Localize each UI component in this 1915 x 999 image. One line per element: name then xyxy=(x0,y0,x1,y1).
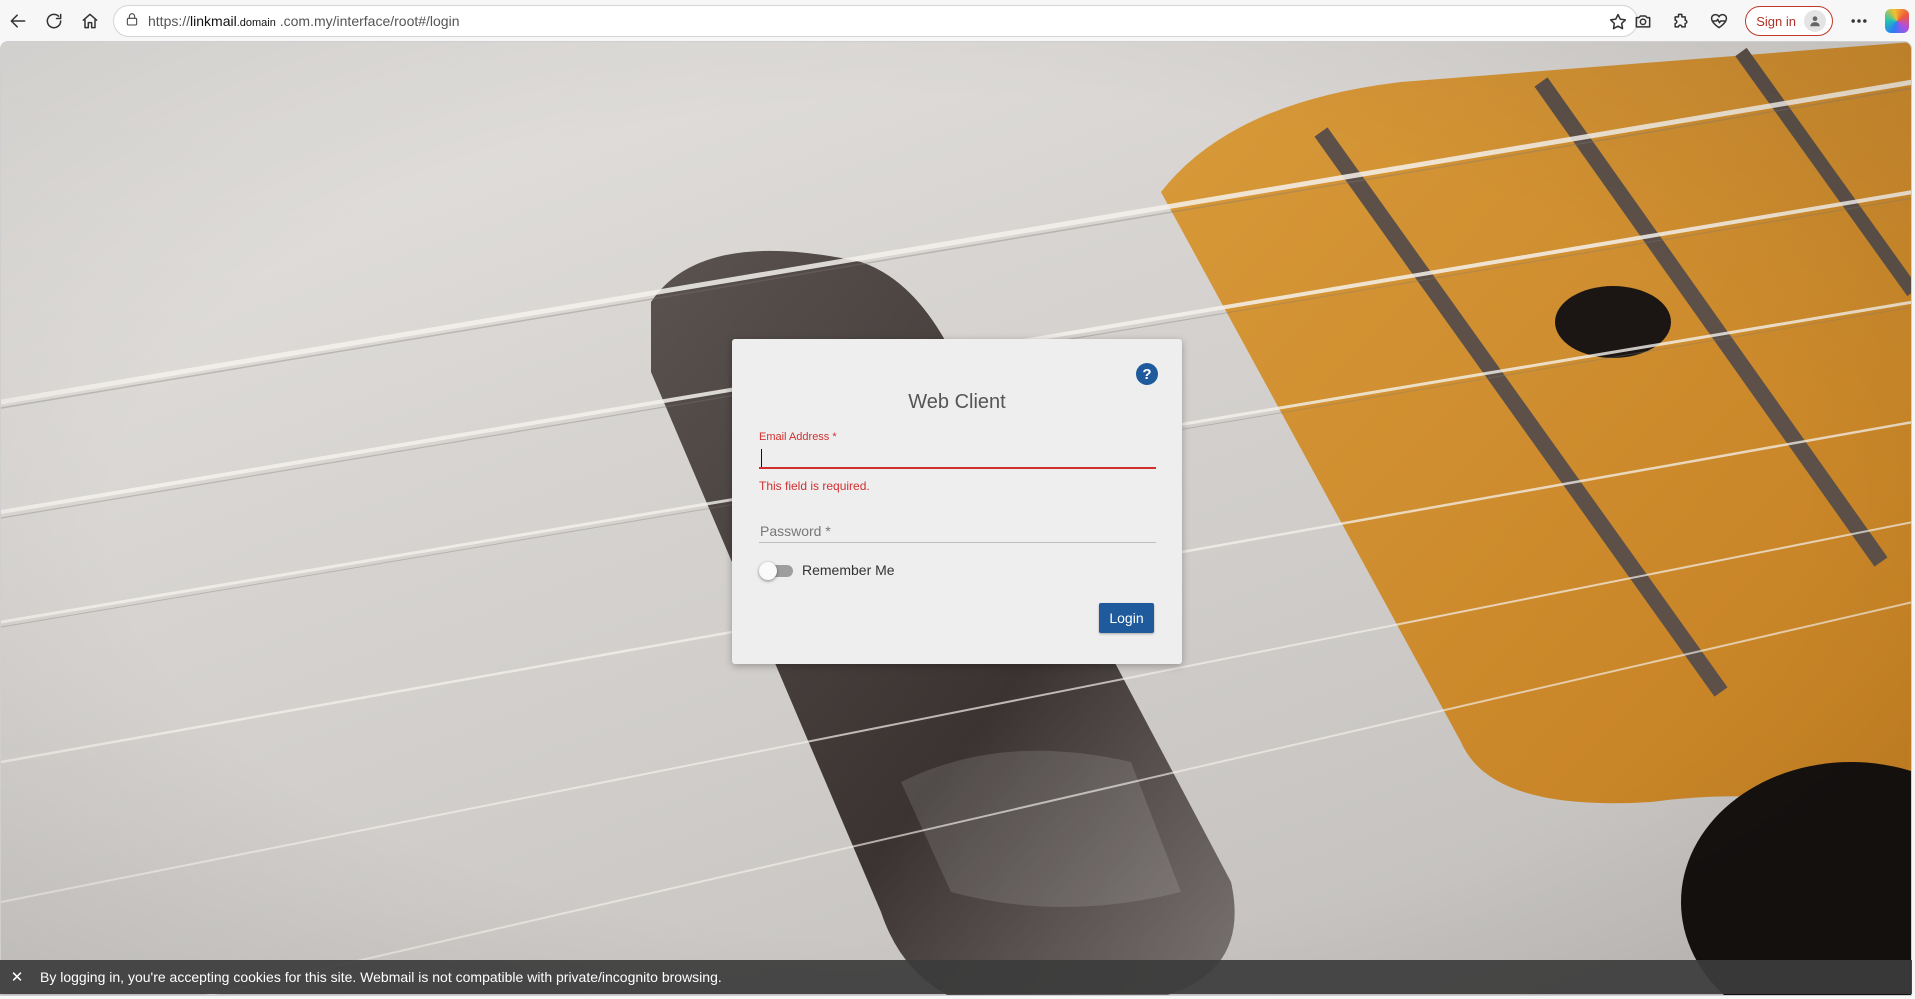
home-button[interactable] xyxy=(72,3,108,39)
person-icon xyxy=(1810,16,1820,27)
back-arrow-icon xyxy=(10,13,26,28)
email-field: Email Address * xyxy=(759,431,1156,469)
email-error-message: This field is required. xyxy=(759,479,870,493)
sign-in-label: Sign in xyxy=(1756,13,1796,29)
ellipsis-icon xyxy=(1851,19,1867,23)
login-title: Web Client xyxy=(908,391,1006,413)
login-button[interactable]: Login xyxy=(1099,603,1154,633)
help-icon[interactable]: ? xyxy=(1136,363,1158,385)
text-caret xyxy=(761,449,762,467)
copilot-icon xyxy=(1885,9,1909,33)
screenshot-button[interactable] xyxy=(1625,3,1661,39)
reload-icon xyxy=(46,13,62,28)
reload-button[interactable] xyxy=(36,3,72,39)
address-bar[interactable]: https://linkmail.domain .com.my/interfac… xyxy=(113,5,1638,37)
sign-in-button[interactable]: Sign in xyxy=(1745,6,1833,36)
browser-essentials-button[interactable] xyxy=(1701,3,1737,39)
more-options-button[interactable] xyxy=(1841,3,1877,39)
password-input[interactable] xyxy=(759,519,1156,543)
password-field xyxy=(759,519,1156,543)
toolbar-right: Sign in xyxy=(1625,2,1915,40)
heart-pulse-icon xyxy=(1711,13,1728,29)
cookie-message: By logging in, you're accepting cookies … xyxy=(40,969,722,985)
browser-toolbar: https://linkmail.domain .com.my/interfac… xyxy=(0,0,1915,41)
nav-buttons xyxy=(0,3,108,39)
home-icon xyxy=(82,13,98,28)
toggle-thumb xyxy=(759,562,777,580)
login-card: ? Web Client Email Address * This field … xyxy=(732,339,1182,664)
avatar xyxy=(1804,10,1826,32)
cookie-banner: ✕ By logging in, you're accepting cookie… xyxy=(0,960,1912,994)
email-input[interactable] xyxy=(759,443,1156,469)
lock-icon[interactable] xyxy=(124,11,140,32)
url-text: https://linkmail.domain .com.my/interfac… xyxy=(148,13,460,29)
close-icon[interactable]: ✕ xyxy=(0,960,34,994)
extensions-button[interactable] xyxy=(1663,3,1699,39)
remember-me-label: Remember Me xyxy=(802,562,895,578)
remember-me-toggle[interactable]: Remember Me xyxy=(759,562,895,580)
toggle-switch[interactable] xyxy=(759,562,793,580)
page-viewport: ? Web Client Email Address * This field … xyxy=(0,41,1912,996)
back-button[interactable] xyxy=(0,3,36,39)
camera-icon xyxy=(1635,15,1651,28)
email-label: Email Address * xyxy=(759,431,837,443)
puzzle-icon xyxy=(1674,13,1688,28)
copilot-button[interactable] xyxy=(1879,3,1915,39)
